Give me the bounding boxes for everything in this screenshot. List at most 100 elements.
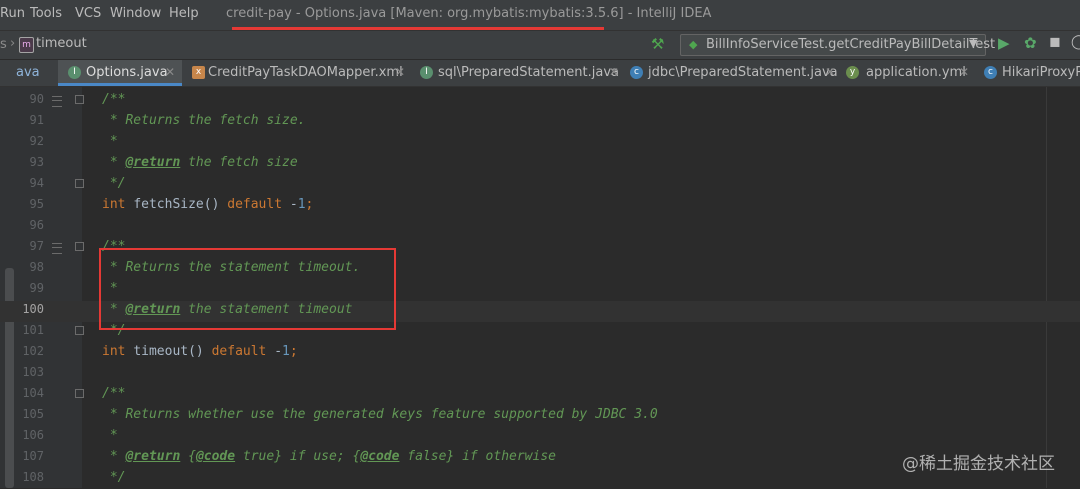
fold-marker-icon[interactable] xyxy=(75,326,84,336)
title-annotation-underline xyxy=(232,27,604,30)
annotation-highlight-box xyxy=(99,248,396,330)
code-line-106[interactable]: 106 * xyxy=(0,426,1080,447)
tab-jdbc-preparedstatement[interactable]: c jdbc\PreparedStatement.java ✕ xyxy=(626,60,840,86)
line-number: 102 xyxy=(22,344,44,358)
tab-hikariproxy[interactable]: c HikariProxyPr xyxy=(982,60,1080,86)
breadcrumb-fragment[interactable]: s xyxy=(0,37,7,52)
tab-sql-preparedstatement[interactable]: I sql\PreparedStatement.java ✕ xyxy=(414,60,624,86)
javadoc-tag: @code xyxy=(360,449,400,464)
code-text: int fetchSize() default -1; xyxy=(102,197,314,212)
class-icon: c xyxy=(630,66,643,79)
code-line-104[interactable]: 104 /** xyxy=(0,384,1080,405)
debug-icon[interactable]: ✿ xyxy=(1024,34,1037,52)
line-number: 95 xyxy=(29,197,44,211)
code-text: * @return {@code true} if use; {@code fa… xyxy=(102,449,556,464)
tab-label: ava xyxy=(16,65,40,80)
menu-tools[interactable]: Tools xyxy=(30,6,62,21)
line-number: 94 xyxy=(29,176,44,190)
tab-ava[interactable]: ava xyxy=(0,60,50,86)
javadoc-tag: @return xyxy=(125,449,181,464)
close-icon[interactable]: ✕ xyxy=(165,65,175,79)
menu-window[interactable]: Window xyxy=(110,6,161,21)
menu-help[interactable]: Help xyxy=(169,6,199,21)
window-title: credit-pay - Options.java [Maven: org.my… xyxy=(226,6,712,21)
run-configuration-select[interactable]: ◆ BillInfoServiceTest.getCreditPayBillDe… xyxy=(680,34,995,56)
line-number: 103 xyxy=(22,365,44,379)
fold-marker-icon[interactable] xyxy=(75,242,84,252)
line-number: 104 xyxy=(22,386,44,400)
method-icon: m xyxy=(19,37,34,53)
code-line-95[interactable]: 95 int fetchSize() default -1; xyxy=(0,195,1080,216)
tab-label: application.yml xyxy=(866,65,966,80)
code-text: * xyxy=(102,134,118,149)
code-line-92[interactable]: 92 * xyxy=(0,132,1080,153)
interface-icon: I xyxy=(420,66,433,79)
tab-options-java[interactable]: I Options.java ✕ xyxy=(58,60,182,86)
code-text: /** xyxy=(102,92,126,107)
chevron-down-icon: ▼ xyxy=(969,37,978,50)
fold-marker-icon[interactable] xyxy=(75,95,84,105)
code-line-103[interactable]: 103 xyxy=(0,363,1080,384)
tab-creditpaytaskdaomapper-xml[interactable]: x CreditPayTaskDAOMapper.xml ✕ xyxy=(186,60,408,86)
menu-run[interactable]: Run xyxy=(0,6,25,21)
fold-marker-icon[interactable] xyxy=(75,389,84,399)
menu-vcs[interactable]: VCS xyxy=(75,6,101,21)
line-number: 96 xyxy=(29,218,44,232)
javadoc-fold-icon[interactable] xyxy=(52,243,62,254)
close-icon[interactable]: ✕ xyxy=(959,65,969,79)
line-number: 93 xyxy=(29,155,44,169)
run-icon[interactable]: ▶ xyxy=(998,34,1010,52)
run-configuration-label: BillInfoServiceTest.getCreditPayBillDeta… xyxy=(706,37,996,52)
javadoc-tag: @code xyxy=(195,449,236,464)
code-line-105[interactable]: 105 * Returns whether use the generated … xyxy=(0,405,1080,426)
coverage-icon[interactable]: ◼ xyxy=(1049,34,1061,50)
code-line-93[interactable]: 93 * @return the fetch size xyxy=(0,153,1080,174)
code-text: /** xyxy=(102,386,126,401)
line-number: 101 xyxy=(22,323,44,337)
breadcrumb-timeout[interactable]: timeout xyxy=(36,36,87,51)
editor-tab-bar: ava I Options.java ✕ x CreditPayTaskDAOM… xyxy=(0,60,1080,87)
code-text: */ xyxy=(102,176,126,191)
line-number: 108 xyxy=(22,470,44,484)
tab-label: HikariProxyPr xyxy=(1002,65,1080,80)
line-number: 98 xyxy=(29,260,44,274)
javadoc-tag: @return xyxy=(125,155,181,170)
close-icon[interactable]: ✕ xyxy=(609,65,619,79)
line-number: 100 xyxy=(22,302,44,316)
hammer-icon[interactable]: ⚒ xyxy=(651,35,664,53)
line-number: 99 xyxy=(29,281,44,295)
close-icon[interactable]: ✕ xyxy=(395,65,405,79)
code-text: * @return the fetch size xyxy=(102,155,298,170)
breadcrumb-separator: › xyxy=(10,36,16,51)
navigation-bar: s › m timeout ⚒ ◆ BillInfoServiceTest.ge… xyxy=(0,31,1080,60)
tab-label: jdbc\PreparedStatement.java xyxy=(648,65,838,80)
code-text: int timeout() default -1; xyxy=(102,344,298,359)
line-number: 90 xyxy=(29,92,44,106)
menu-bar: Run Tools VCS Window Help credit-pay - O… xyxy=(0,0,1080,31)
tab-label: Options.java xyxy=(86,65,168,80)
test-config-icon: ◆ xyxy=(689,38,698,51)
code-line-96[interactable]: 96 xyxy=(0,216,1080,237)
code-line-90[interactable]: 90 /** xyxy=(0,90,1080,111)
code-text: */ xyxy=(102,470,126,485)
code-line-91[interactable]: 91 * Returns the fetch size. xyxy=(0,111,1080,132)
tab-application-yml[interactable]: y application.yml ✕ xyxy=(844,60,974,86)
code-line-102[interactable]: 102 int timeout() default -1; xyxy=(0,342,1080,363)
class-icon: c xyxy=(984,66,997,79)
xml-icon: x xyxy=(192,66,205,79)
watermark: @稀土掘金技术社区 xyxy=(902,454,1055,474)
code-text: * Returns the fetch size. xyxy=(102,113,306,128)
line-number: 92 xyxy=(29,134,44,148)
profile-icon[interactable]: ◯ xyxy=(1071,34,1080,50)
code-text: * xyxy=(102,428,118,443)
tab-label: CreditPayTaskDAOMapper.xml xyxy=(208,65,403,80)
fold-marker-icon[interactable] xyxy=(75,179,84,189)
yml-icon: y xyxy=(846,66,859,79)
line-number: 107 xyxy=(22,449,44,463)
line-number: 97 xyxy=(29,239,44,253)
code-line-94[interactable]: 94 */ xyxy=(0,174,1080,195)
javadoc-fold-icon[interactable] xyxy=(52,96,62,107)
line-number: 106 xyxy=(22,428,44,442)
close-icon[interactable]: ✕ xyxy=(825,65,835,79)
line-number: 91 xyxy=(29,113,44,127)
